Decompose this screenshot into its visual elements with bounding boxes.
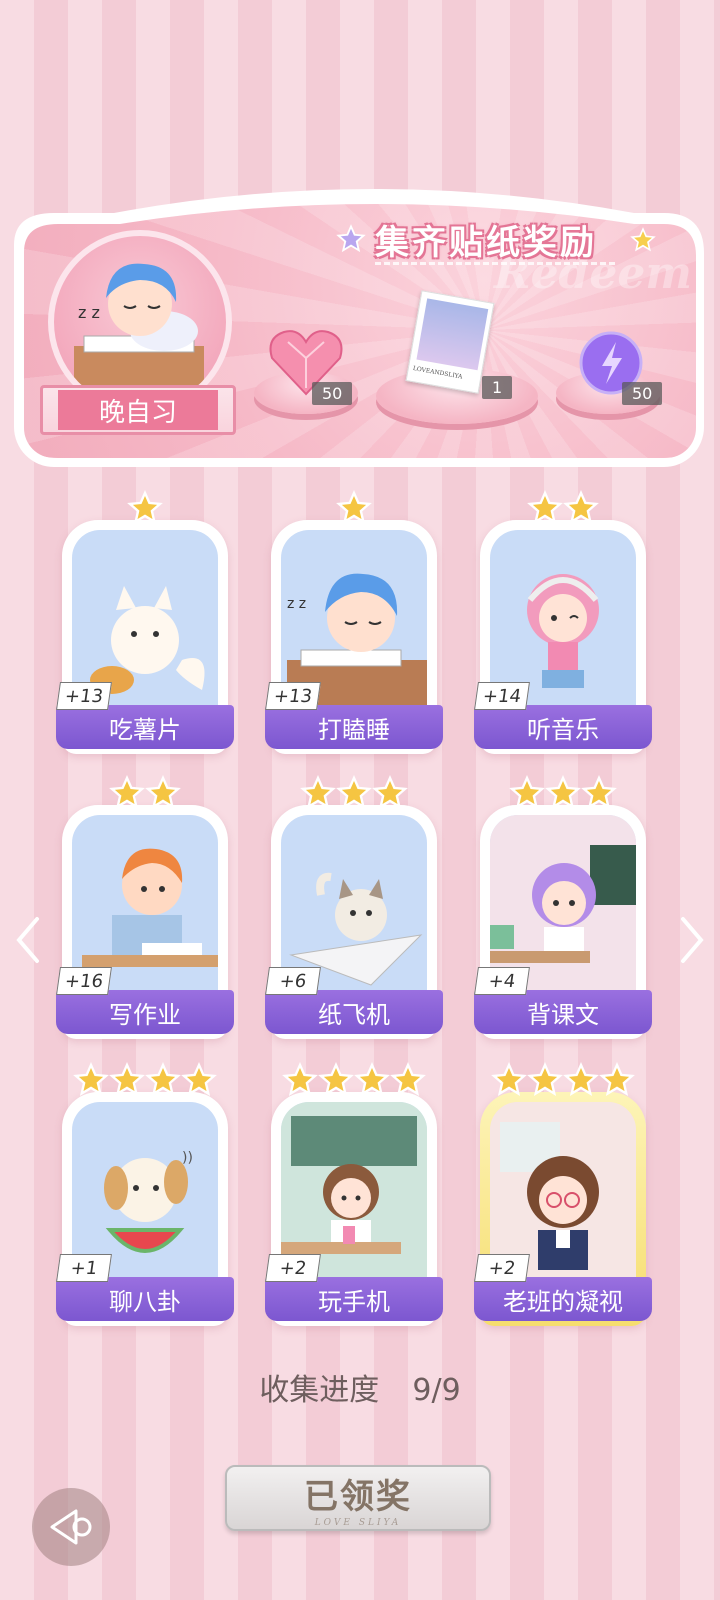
- sticker-name: 背课文: [474, 990, 652, 1034]
- sticker-card[interactable]: 吃薯片 +13: [56, 490, 234, 754]
- star-icon: [599, 1062, 635, 1096]
- yellow-star-icon: [630, 227, 656, 252]
- sticker-name: 玩手机: [265, 1277, 443, 1321]
- sticker-count-badge: +6: [265, 967, 321, 995]
- star-icon: [300, 775, 336, 809]
- sticker-count-badge: +16: [56, 967, 112, 995]
- banner-divider: [375, 262, 615, 265]
- sticker-name: 听音乐: [474, 705, 652, 749]
- sticker-count-badge: +13: [56, 682, 112, 710]
- progress-value: 9/9: [412, 1373, 461, 1408]
- back-button[interactable]: [32, 1488, 110, 1566]
- rarity-stars: [271, 490, 437, 526]
- sticker-count-badge: +14: [474, 682, 530, 710]
- star-icon: [145, 1062, 181, 1096]
- portrait-label: 晚自习: [58, 390, 218, 430]
- claim-button-sub: LOVE SLIYA: [314, 1517, 402, 1528]
- sticker-count-badge: +1: [56, 1254, 112, 1282]
- back-arrow-icon: [50, 1509, 92, 1545]
- sticker-name: 打瞌睡: [265, 705, 443, 749]
- sticker-name: 聊八卦: [56, 1277, 234, 1321]
- star-icon: [527, 1062, 563, 1096]
- sticker-count-badge: +2: [265, 1254, 321, 1282]
- purple-star-icon: [336, 224, 366, 253]
- banner-title: 集齐贴纸奖励: [375, 223, 597, 263]
- rarity-stars: [480, 775, 646, 811]
- star-icon: [282, 1062, 318, 1096]
- sleeping-boy-illustration: z z: [74, 263, 204, 386]
- progress-label: 收集进度: [259, 1373, 380, 1408]
- next-page-arrow[interactable]: [672, 910, 712, 970]
- rarity-stars: [271, 775, 437, 811]
- star-icon: [109, 775, 145, 809]
- sticker-card[interactable]: 玩手机 +2: [265, 1062, 443, 1326]
- claim-button-label: 已领奖: [304, 1476, 412, 1517]
- svg-text:z z: z z: [78, 303, 100, 322]
- star-icon: [545, 775, 581, 809]
- star-icon: [509, 775, 545, 809]
- star-icon: [73, 1062, 109, 1096]
- sticker-card[interactable]: 听音乐 +14: [474, 490, 652, 754]
- sticker-name: 老班的凝视: [474, 1277, 652, 1321]
- rarity-stars: [480, 1062, 646, 1098]
- chevron-left-icon: [16, 917, 39, 963]
- sticker-count-badge: +13: [265, 682, 321, 710]
- sticker-name: 吃薯片: [56, 705, 234, 749]
- star-icon: [372, 775, 408, 809]
- reward-count-3: 50: [622, 382, 663, 405]
- star-icon: [390, 1062, 426, 1096]
- sticker-name: 纸飞机: [265, 990, 443, 1034]
- star-icon: [563, 1062, 599, 1096]
- prev-page-arrow[interactable]: [8, 910, 48, 970]
- sticker-card[interactable]: 纸飞机 +6: [265, 775, 443, 1039]
- sticker-card[interactable]: 写作业 +16: [56, 775, 234, 1039]
- star-icon: [145, 775, 181, 809]
- sticker-name: 写作业: [56, 990, 234, 1034]
- svg-text:z z: z z: [287, 596, 306, 612]
- reward-count-2: 1: [482, 376, 513, 399]
- sticker-card[interactable]: 老班的凝视 +2: [474, 1062, 652, 1326]
- rarity-stars: [62, 490, 228, 526]
- collection-progress: 收集进度 9/9: [0, 1365, 720, 1409]
- sticker-count-badge: +4: [474, 967, 530, 995]
- star-icon: [581, 775, 617, 809]
- rarity-stars: [480, 490, 646, 526]
- star-icon: [491, 1062, 527, 1096]
- photo-caption: LOVEANDSLIYA: [412, 365, 463, 381]
- star-icon: [181, 1062, 217, 1096]
- sticker-card[interactable]: 背课文 +4: [474, 775, 652, 1039]
- sticker-count-badge: +2: [474, 1254, 530, 1282]
- svg-text:)): )): [182, 1150, 193, 1166]
- star-icon: [354, 1062, 390, 1096]
- star-icon: [127, 490, 163, 524]
- reward-count-1: 50: [312, 382, 353, 405]
- star-icon: [336, 775, 372, 809]
- star-icon: [527, 490, 563, 524]
- portrait-label-tag: 晚自习: [40, 385, 236, 435]
- rarity-stars: [62, 775, 228, 811]
- star-icon: [336, 490, 372, 524]
- rarity-stars: [271, 1062, 437, 1098]
- star-icon: [109, 1062, 145, 1096]
- star-icon: [563, 490, 599, 524]
- star-icon: [318, 1062, 354, 1096]
- sticker-card[interactable]: )) 聊八卦 +1: [56, 1062, 234, 1326]
- rarity-stars: [62, 1062, 228, 1098]
- chevron-right-icon: [681, 917, 704, 963]
- sticker-card[interactable]: z z 打瞌睡 +13: [265, 490, 443, 754]
- claimed-reward-button[interactable]: 已领奖 LOVE SLIYA: [225, 1465, 491, 1531]
